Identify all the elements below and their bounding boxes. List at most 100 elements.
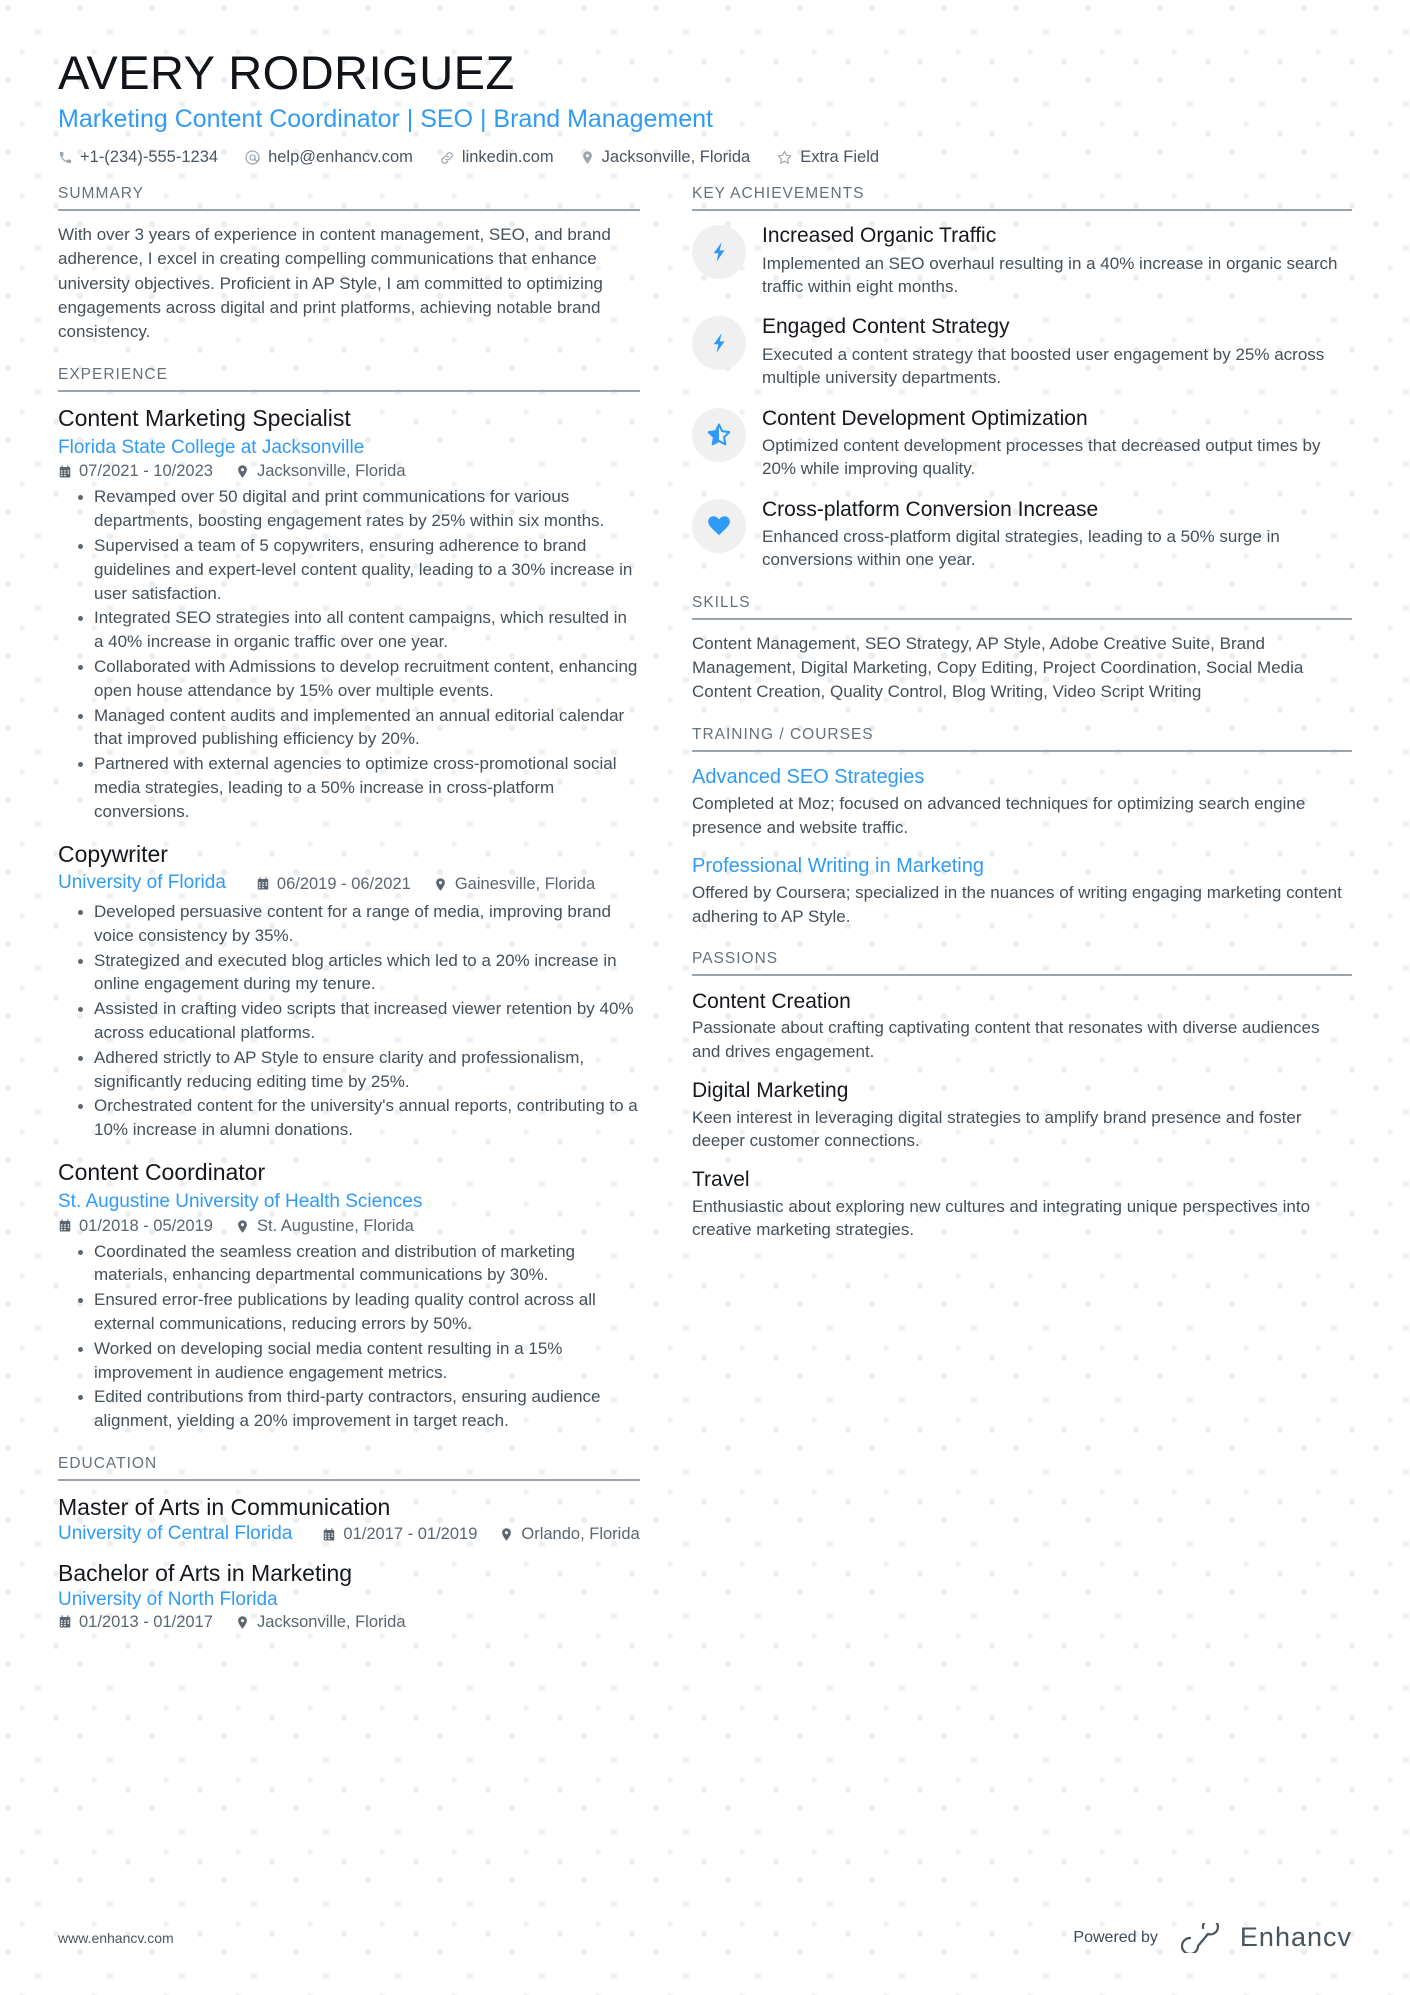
passion-entry: Digital Marketing Keen interest in lever…	[692, 1077, 1352, 1152]
job-meta: 07/2021 - 10/2023 Jacksonville, Florida	[58, 462, 640, 481]
enhancv-brand: Enhancv	[1174, 1922, 1352, 1953]
job-meta: 06/2019 - 06/2021 Gainesville, Florida	[256, 875, 595, 894]
achievement-item: Increased Organic Traffic Implemented an…	[692, 223, 1352, 298]
contact-text: Extra Field	[800, 148, 880, 167]
job-location: Jacksonville, Florida	[235, 462, 406, 481]
course-description: Completed at Moz; focused on advanced te…	[692, 794, 1306, 837]
location-text: Jacksonville, Florida	[256, 462, 406, 481]
date-text: 07/2021 - 10/2023	[79, 462, 213, 481]
list-item: Supervised a team of 5 copywriters, ensu…	[78, 534, 640, 605]
calendar-icon	[322, 1528, 336, 1542]
job-meta: 01/2018 - 05/2019 St. Augustine, Florida	[58, 1217, 640, 1236]
achievement-description: Optimized content development processes …	[762, 435, 1321, 479]
summary-heading: SUMMARY	[58, 185, 144, 203]
passion-entry: Travel Enthusiastic about exploring new …	[692, 1166, 1352, 1241]
contact-text: help@enhancv.com	[268, 148, 413, 167]
date-text: 01/2018 - 05/2019	[79, 1216, 213, 1235]
school-name[interactable]: University of Central Florida	[58, 1523, 292, 1545]
location-text: Orlando, Florida	[521, 1525, 640, 1544]
location-icon	[235, 1615, 250, 1630]
experience-entry: Content Coordinator St. Augustine Univer…	[58, 1158, 640, 1433]
lightning-bolt-icon	[692, 225, 746, 280]
summary-text: With over 3 years of experience in conte…	[58, 225, 611, 341]
experience-heading: EXPERIENCE	[58, 365, 168, 383]
section-training-courses: TRAINING / COURSES Advanced SEO Strategi…	[692, 726, 1352, 928]
footer-website[interactable]: www.enhancv.com	[58, 1930, 174, 1946]
enhancv-logo-icon	[1174, 1922, 1230, 1953]
contact-text: Jacksonville, Florida	[601, 148, 751, 167]
professional-headline: Marketing Content Coordinator | SEO | Br…	[58, 104, 713, 133]
star-icon	[776, 149, 793, 166]
link-icon	[439, 150, 455, 166]
education-location: Orlando, Florida	[499, 1525, 640, 1544]
training-heading: TRAINING / COURSES	[692, 726, 874, 744]
date-text: 01/2013 - 01/2017	[79, 1612, 213, 1631]
job-meta-row: University of Florida 06/2019 - 06/2021 …	[58, 870, 640, 896]
job-title: Copywriter	[58, 840, 168, 867]
achievement-description: Executed a content strategy that boosted…	[762, 344, 1325, 388]
contact-item[interactable]: Jacksonville, Florida	[580, 148, 751, 167]
achievement-body: Increased Organic Traffic Implemented an…	[762, 223, 1352, 298]
achievement-body: Cross-platform Conversion Increase Enhan…	[762, 497, 1352, 572]
contact-text: linkedin.com	[461, 148, 554, 167]
location-icon	[235, 464, 250, 479]
achievement-item: Content Development Optimization Optimiz…	[692, 406, 1352, 481]
section-summary: SUMMARY With over 3 years of experience …	[58, 185, 640, 344]
location-text: Gainesville, Florida	[454, 874, 596, 893]
education-entry: Master of Arts in Communication Universi…	[58, 1493, 640, 1545]
job-title: Content Marketing Specialist	[58, 404, 351, 431]
education-meta: 01/2013 - 01/2017 Jacksonville, Florida	[58, 1613, 640, 1632]
achievement-body: Engaged Content Strategy Executed a cont…	[762, 314, 1352, 389]
location-text: St. Augustine, Florida	[256, 1216, 414, 1235]
contact-row: +1-(234)-555-1234 help@enhancv.com linkedi…	[58, 148, 1352, 167]
course-title[interactable]: Professional Writing in Marketing	[692, 853, 1352, 879]
passion-description: Keen interest in leveraging digital stra…	[692, 1107, 1302, 1151]
divider	[58, 209, 640, 212]
contact-item[interactable]: help@enhancv.com	[244, 148, 413, 167]
degree-title: Master of Arts in Communication	[58, 1493, 391, 1520]
section-education: EDUCATION Master of Arts in Communicatio…	[58, 1455, 640, 1632]
passion-title: Content Creation	[692, 990, 851, 1014]
list-item: Orchestrated content for the university'…	[78, 1094, 640, 1142]
email-icon	[244, 149, 261, 166]
achievements-list: Increased Organic Traffic Implemented an…	[692, 223, 1352, 572]
course-title[interactable]: Advanced SEO Strategies	[692, 764, 1352, 790]
job-company[interactable]: University of Florida	[58, 870, 226, 896]
list-item: Revamped over 50 digital and print commu…	[78, 485, 640, 533]
section-passions: PASSIONS Content Creation Passionate abo…	[692, 950, 1352, 1242]
contact-text: +1-(234)-555-1234	[80, 148, 219, 167]
divider	[692, 209, 1352, 212]
job-bullets: Developed persuasive content for a range…	[58, 900, 640, 1142]
location-icon	[580, 150, 595, 165]
experience-list: Content Marketing Specialist Florida Sta…	[58, 404, 640, 1433]
left-column: SUMMARY With over 3 years of experience …	[58, 185, 658, 1646]
contact-item[interactable]: linkedin.com	[439, 148, 554, 167]
job-bullets: Coordinated the seamless creation and di…	[58, 1240, 640, 1433]
course-entry: Professional Writing in Marketing Offere…	[692, 853, 1352, 928]
list-item: Partnered with external agencies to opti…	[78, 752, 640, 823]
job-company[interactable]: St. Augustine University of Health Scien…	[58, 1189, 640, 1215]
divider	[58, 389, 640, 392]
location-icon	[499, 1527, 514, 1542]
school-name[interactable]: University of North Florida	[58, 1589, 640, 1611]
list-item: Ensured error-free publications by leadi…	[78, 1288, 640, 1336]
page-footer: www.enhancv.com Powered by Enhancv	[58, 1922, 1352, 1953]
education-entry: Bachelor of Arts in Marketing University…	[58, 1559, 640, 1632]
location-icon	[433, 877, 448, 892]
job-location: St. Augustine, Florida	[235, 1217, 414, 1236]
divider	[692, 617, 1352, 620]
contact-item[interactable]: +1-(234)-555-1234	[58, 148, 218, 167]
date-range: 01/2017 - 01/2019	[322, 1525, 477, 1544]
location-text: Jacksonville, Florida	[256, 1612, 406, 1631]
courses-list: Advanced SEO Strategies Completed at Moz…	[692, 764, 1352, 928]
contact-item[interactable]: Extra Field	[776, 148, 879, 167]
list-item: Adhered strictly to AP Style to ensure c…	[78, 1046, 640, 1094]
divider	[692, 974, 1352, 977]
date-text: 01/2017 - 01/2019	[343, 1525, 478, 1544]
job-company[interactable]: Florida State College at Jacksonville	[58, 435, 640, 461]
achievement-title: Engaged Content Strategy	[762, 315, 1010, 339]
list-item: Edited contributions from third-party co…	[78, 1385, 640, 1433]
calendar-icon	[58, 465, 72, 479]
achievement-description: Implemented an SEO overhaul resulting in…	[762, 253, 1338, 296]
enhancv-brand-name: Enhancv	[1239, 1922, 1352, 1952]
